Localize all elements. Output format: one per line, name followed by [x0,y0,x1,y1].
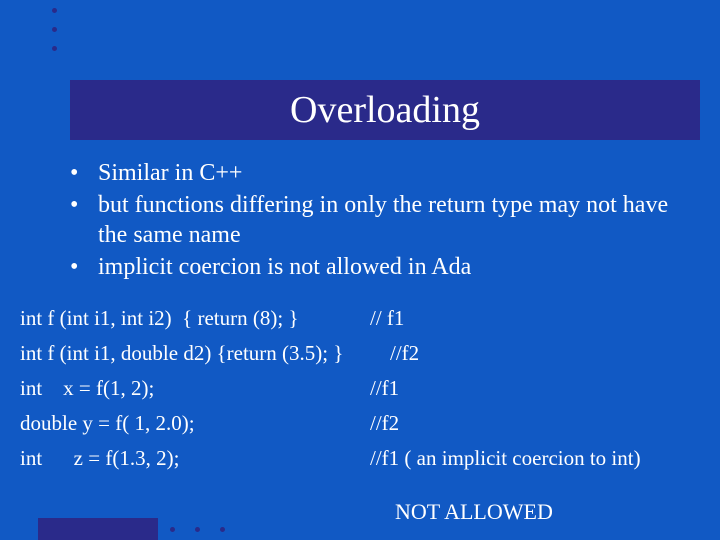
bullet-item: •implicit coercion is not allowed in Ada [70,252,690,282]
code-block: int f (int i1, int i2) { return (8); } /… [20,308,705,483]
decor-accent-bottom [38,518,158,540]
code-comment: //f2 [390,343,705,364]
title-bar: Overloading [70,80,700,140]
bullet-text: but functions differing in only the retu… [98,190,690,250]
code-comment: //f2 [370,413,705,434]
bullet-text: implicit coercion is not allowed in Ada [98,252,471,282]
not-allowed-text: NOT ALLOWED [395,499,553,525]
decor-dots-bottom [170,527,225,532]
code-left: int z = f(1.3, 2); [20,448,370,469]
bullet-item: •but functions differing in only the ret… [70,190,690,250]
code-comment: //f1 [370,378,705,399]
code-left: int x = f(1, 2); [20,378,370,399]
bullet-text: Similar in C++ [98,158,242,188]
code-comment: // f1 [370,308,705,329]
code-line: int z = f(1.3, 2); //f1 ( an implicit co… [20,448,705,469]
code-comment: //f1 ( an implicit coercion to int) [370,448,705,469]
code-line: int f (int i1, double d2) {return (3.5);… [20,343,705,364]
code-left: int f (int i1, int i2) { return (8); } [20,308,370,329]
code-left: double y = f( 1, 2.0); [20,413,370,434]
slide-title: Overloading [290,88,480,132]
decor-dots-top [52,8,57,51]
bullet-list: •Similar in C++ •but functions differing… [70,158,690,284]
code-line: double y = f( 1, 2.0); //f2 [20,413,705,434]
code-left: int f (int i1, double d2) {return (3.5);… [20,343,390,364]
code-line: int f (int i1, int i2) { return (8); } /… [20,308,705,329]
bullet-item: •Similar in C++ [70,158,690,188]
code-line: int x = f(1, 2); //f1 [20,378,705,399]
